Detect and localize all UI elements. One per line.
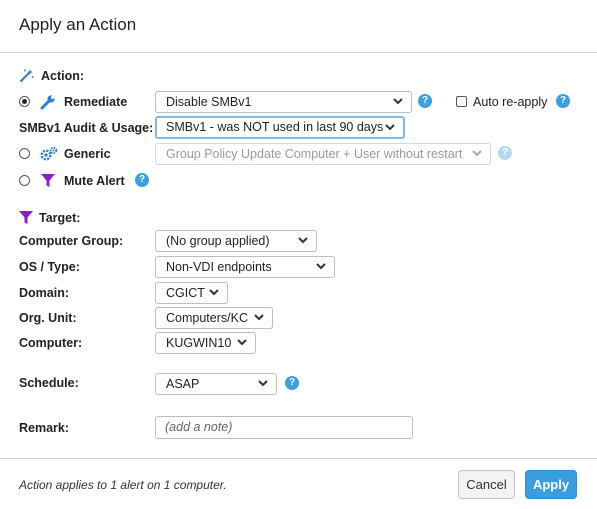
domain-select[interactable]: CGICT <box>155 282 228 304</box>
magic-wand-icon <box>19 68 34 83</box>
computer-label: Computer: <box>19 336 83 350</box>
remediate-action-value: Disable SMBv1 <box>166 95 252 109</box>
org-unit-label: Org. Unit: <box>19 311 77 325</box>
auto-reapply-label[interactable]: Auto re-apply <box>473 95 547 109</box>
chevron-down-icon <box>392 95 404 107</box>
help-icon: ? <box>498 146 512 160</box>
smb-audit-select[interactable]: SMBv1 - was NOT used in last 90 days <box>155 116 405 139</box>
mute-alert-radio[interactable] <box>19 175 30 186</box>
help-icon[interactable]: ? <box>285 376 299 390</box>
smb-audit-value: SMBv1 - was NOT used in last 90 days <box>166 120 384 134</box>
remediate-label[interactable]: Remediate <box>64 95 127 109</box>
generic-action-value: Group Policy Update Computer + User with… <box>166 147 463 161</box>
schedule-label: Schedule: <box>19 376 79 390</box>
computer-group-select[interactable]: (No group applied) <box>155 230 317 252</box>
smb-audit-label: SMBv1 Audit & Usage: <box>19 121 154 135</box>
action-section-header: Action: <box>41 69 85 83</box>
chevron-down-icon <box>208 286 220 298</box>
help-icon[interactable]: ? <box>556 94 570 108</box>
generic-label[interactable]: Generic <box>64 147 111 161</box>
os-type-label: OS / Type: <box>19 260 80 274</box>
wrench-icon <box>40 94 56 110</box>
os-type-select[interactable]: Non-VDI endpoints <box>155 256 335 278</box>
filter-icon <box>41 173 55 188</box>
gears-icon <box>40 146 58 162</box>
schedule-value: ASAP <box>166 377 200 391</box>
generic-action-select: Group Policy Update Computer + User with… <box>155 143 491 165</box>
domain-label: Domain: <box>19 286 69 300</box>
chevron-down-icon <box>257 377 269 389</box>
computer-select[interactable]: KUGWIN10 <box>155 332 256 354</box>
computer-group-value: (No group applied) <box>166 234 270 248</box>
generic-radio[interactable] <box>19 148 30 159</box>
remediate-radio[interactable] <box>19 96 30 107</box>
os-type-value: Non-VDI endpoints <box>166 260 272 274</box>
target-section-header: Target: <box>39 211 81 225</box>
header-divider <box>0 52 597 53</box>
mute-alert-label[interactable]: Mute Alert <box>64 174 125 188</box>
chevron-down-icon <box>315 260 327 272</box>
remark-label: Remark: <box>19 421 70 435</box>
remediate-action-select[interactable]: Disable SMBv1 <box>155 91 412 113</box>
chevron-down-icon <box>471 147 483 159</box>
chevron-down-icon <box>297 234 309 246</box>
domain-value: CGICT <box>166 286 205 300</box>
auto-reapply-checkbox[interactable] <box>456 96 467 107</box>
org-unit-select[interactable]: Computers/KC <box>155 307 273 329</box>
remark-placeholder: (add a note) <box>165 420 233 434</box>
action-summary: Action applies to 1 alert on 1 computer. <box>19 478 227 492</box>
footer-divider <box>0 458 597 459</box>
chevron-down-icon <box>253 311 265 323</box>
cancel-button[interactable]: Cancel <box>458 470 515 499</box>
remark-input[interactable]: (add a note) <box>155 416 413 439</box>
dialog-title: Apply an Action <box>19 15 137 34</box>
computer-value: KUGWIN10 <box>166 336 232 350</box>
filter-icon <box>19 210 33 225</box>
chevron-down-icon <box>384 121 396 133</box>
computer-group-label: Computer Group: <box>19 234 124 248</box>
apply-button[interactable]: Apply <box>525 470 577 499</box>
schedule-select[interactable]: ASAP <box>155 373 277 395</box>
org-unit-value: Computers/KC <box>166 311 248 325</box>
help-icon[interactable]: ? <box>135 173 149 187</box>
help-icon[interactable]: ? <box>418 94 432 108</box>
chevron-down-icon <box>236 336 248 348</box>
